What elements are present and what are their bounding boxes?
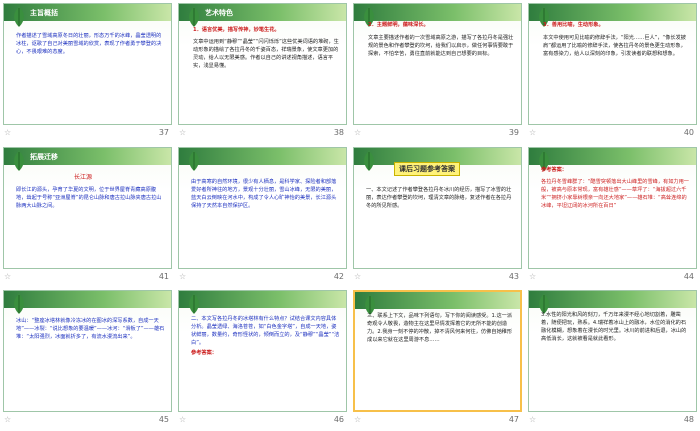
slide-number: 43 — [508, 271, 519, 281]
slide-number: 38 — [333, 128, 344, 137]
star-icon: ☆ — [354, 415, 362, 425]
slide-thumb-39[interactable]: 2．主题鲜明，蕴味深长。 文章主要描述作者的一次雪域高原之游，描写了各拉丹冬是强… — [350, 0, 525, 144]
slide-subtitle: 参考答案： — [541, 166, 567, 173]
header-band — [179, 147, 346, 165]
slide-number: 46 — [333, 415, 344, 425]
slide-thumb-37[interactable]: 主旨概括 作者描述了雪域高原冬日的壮丽，形态万千的冰峰，晶莹透明的冰柱，讴歌了自… — [0, 0, 175, 144]
slide-number: 42 — [333, 271, 344, 281]
slide-footer: ☆ 47 — [350, 415, 525, 427]
slide-subtitle: 长江源 — [74, 173, 93, 181]
header-band — [529, 4, 696, 21]
slide-thumb-40[interactable]: 3．善用比喻，生动形象。 本文中使用可见比喻的修辞手法，“阳光……巨人”，“像长… — [525, 0, 700, 144]
slide-footer: ☆ 41 — [0, 272, 175, 284]
slide-body: 二、本文写各拉丹冬的冰塔林有什么特点？试结合课文内容具体分析。晶莹透绿、海洛苍苍… — [191, 316, 340, 347]
slide-thumb-44[interactable]: 参考答案： 各拉丹冬雪峰群了：“酷雪突顿落出大山峰里的雪峰，有如力用一般，被高与… — [525, 144, 700, 288]
slide-subtitle: 1．语言优美，描写传神，妙笔生花。 — [193, 27, 280, 33]
star-icon: ☆ — [179, 128, 187, 137]
slide-footer: ☆ 43 — [350, 272, 525, 284]
slide-footer: ☆ 44 — [525, 272, 700, 284]
leaf-icon — [364, 150, 374, 171]
header-band — [179, 291, 346, 309]
slide-footer: ☆ 39 — [350, 128, 525, 140]
header-band — [4, 291, 171, 309]
slide-footer: ☆ 38 — [175, 128, 350, 140]
slide-footer: ☆ 42 — [175, 272, 350, 284]
slide-subtitle: 参考答案： — [191, 350, 217, 357]
leaf-icon — [14, 150, 24, 171]
header-band — [355, 292, 520, 310]
slide-body: 各拉丹冬雪峰群了：“酷雪突顿落出大山峰里的雪峰，有如力用一般，被高与原本常现，富… — [541, 178, 689, 209]
slide-number: 47 — [508, 415, 519, 425]
slide-body: 即长江的源头，孕育了华夏的文明，位于世界屋脊青藏高原腹地，耸起于号称“亚洲屋脊”… — [16, 186, 162, 209]
leaf-icon — [14, 7, 24, 27]
leaf-icon — [189, 150, 199, 171]
slide-number: 40 — [683, 128, 694, 137]
slide-title: 主旨概括 — [30, 9, 58, 17]
star-icon: ☆ — [4, 271, 12, 281]
slide-thumb-41[interactable]: 拓展迁移 长江源 即长江的源头，孕育了华夏的文明，位于世界屋脊青藏高原腹地，耸起… — [0, 144, 175, 288]
star-icon: ☆ — [179, 415, 187, 425]
slide-number: 45 — [158, 415, 169, 425]
star-icon: ☆ — [529, 128, 537, 137]
slide-footer: ☆ 45 — [0, 415, 175, 427]
slide-body: 由于高寒的自然环境，很少有人栖息，是科学家、探险者和部落爱好者所神往的地方，景观… — [191, 178, 337, 209]
leaf-icon — [14, 294, 24, 315]
slide-body: 文章主要描述作者的一次雪域高原之游，描写了各拉丹冬是强壮规的景色和作者攀登的坎坷… — [368, 35, 514, 57]
slide-body: 文章中运用到“静穆”“晶莹”“闪闪烁烁”这些优美词语的堆砌，生动形象的描绘了各拉… — [193, 39, 339, 69]
star-icon: ☆ — [529, 415, 537, 425]
slide-subtitle: 3．善用比喻，生动形象。 — [543, 22, 604, 28]
slide-body: 3.水性的阳光和风的刻刀，千万年来漫不经心地切割着，雕凿着，随便把玩，熟系。4.… — [541, 312, 687, 343]
header-band — [354, 4, 521, 21]
slide-number: 48 — [683, 415, 694, 425]
slide-title: 拓展迁移 — [30, 152, 58, 161]
slide-body: 一、本文记述了作者攀登各拉丹冬冰川的经历，描写了冰雪的壮丽，表达作者攀登的坎坷，… — [366, 186, 512, 209]
slide-number: 39 — [508, 128, 519, 137]
star-icon: ☆ — [4, 128, 12, 137]
slide-thumb-43[interactable]: 课后习题参考答案 一、本文记述了作者攀登各拉丹冬冰川的经历，描写了冰雪的壮丽，表… — [350, 144, 525, 288]
star-icon: ☆ — [529, 271, 537, 281]
slide-footer: ☆ 48 — [525, 415, 700, 427]
leaf-icon — [189, 294, 199, 315]
slide-thumb-38[interactable]: 艺术特色 1．语言优美，描写传神，妙笔生花。 文章中运用到“静穆”“晶莹”“闪闪… — [175, 0, 350, 144]
slide-number: 44 — [683, 271, 694, 281]
star-icon: ☆ — [354, 128, 362, 137]
slide-footer: ☆ 37 — [0, 128, 175, 140]
slide-body: 冰山：“整座冰塔林就像冷冻冰的在图冰的深写系数，自成一天地”——冰裂：“说比想象… — [16, 318, 165, 341]
slide-thumb-48[interactable]: 3.水性的阳光和风的刻刀，千万年来漫不经心地切割着，雕凿着，随便把玩，熟系。4.… — [525, 287, 700, 431]
slide-thumb-45[interactable]: 冰山：“整座冰塔林就像冷冻冰的在图冰的深写系数，自成一天地”——冰裂：“说比想象… — [0, 287, 175, 431]
slide-grid: 主旨概括 作者描述了雪域高原冬日的壮丽，形态万千的冰峰，晶莹透明的冰柱，讴歌了自… — [0, 0, 700, 431]
slide-number: 37 — [158, 128, 169, 137]
header-band — [529, 147, 696, 165]
slide-subtitle: 2．主题鲜明，蕴味深长。 — [368, 22, 429, 28]
star-icon: ☆ — [4, 415, 12, 425]
slide-title: 课后习题参考答案 — [394, 161, 460, 176]
leaf-icon — [189, 7, 199, 27]
star-icon: ☆ — [179, 271, 187, 281]
slide-footer: ☆ 40 — [525, 128, 700, 140]
header-band — [529, 291, 696, 309]
slide-thumb-47[interactable]: 三、联系上下文，品味下列语句，写下你的阅读感受。1.这一派奇观令人敬畏，造物主在… — [350, 287, 525, 431]
slide-footer: ☆ 46 — [175, 415, 350, 427]
slide-title: 艺术特色 — [205, 9, 233, 17]
slide-body: 本文中使用可见比喻的修辞手法，“阳光……巨人”，“像长发披肩”都运用了比喻的修辞… — [543, 35, 686, 57]
slide-body: 三、联系上下文，品味下列语句，写下你的阅读感受。1.这一派奇观令人敬畏，造物主在… — [367, 313, 513, 344]
slide-body: 作者描述了雪域高原冬日的壮丽，形态万千的冰峰，晶莹透明的冰柱，讴歌了自己对美丽雪… — [16, 33, 162, 55]
slide-thumb-42[interactable]: 由于高寒的自然环境，很少有人栖息，是科学家、探险者和部落爱好者所神往的地方，景观… — [175, 144, 350, 288]
slide-thumb-46[interactable]: 参考答案： 二、本文写各拉丹冬的冰塔林有什么特点？试结合课文内容具体分析。晶莹透… — [175, 287, 350, 431]
slide-number: 41 — [158, 271, 169, 281]
star-icon: ☆ — [354, 271, 362, 281]
